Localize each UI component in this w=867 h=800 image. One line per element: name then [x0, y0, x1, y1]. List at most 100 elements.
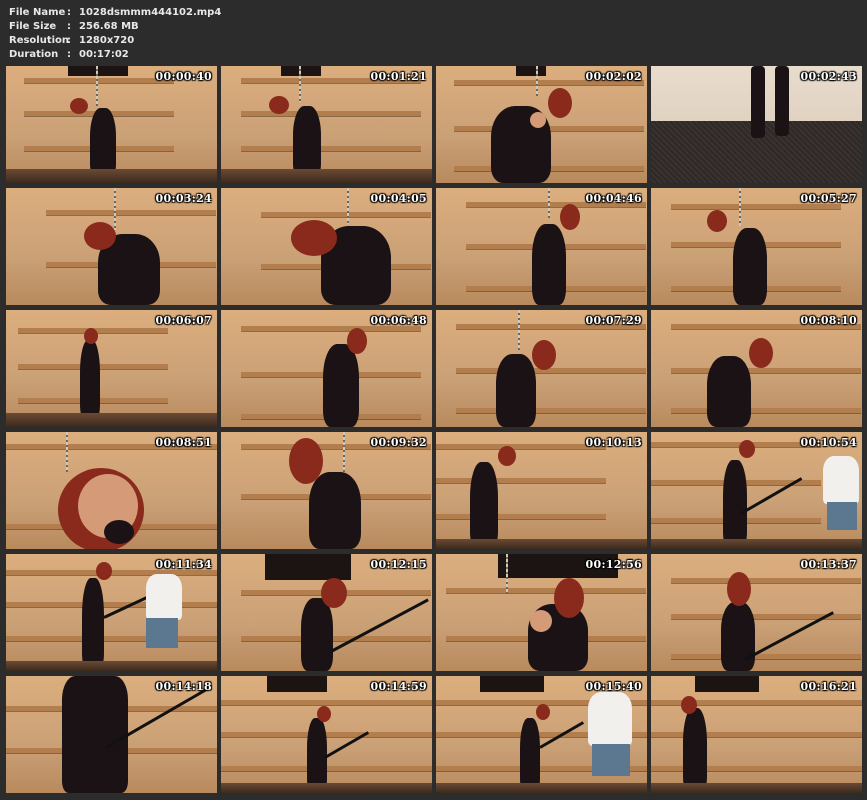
- thumbnail-timestamp: 00:12:56: [585, 558, 642, 571]
- file-name-row: File Name : 1028dsmmm444102.mp4: [9, 6, 409, 20]
- figure: [707, 356, 751, 427]
- thumbnail-05[interactable]: 00:03:24: [6, 188, 217, 305]
- wall-board: [436, 478, 606, 483]
- chain: [96, 66, 98, 106]
- thumbnail-20[interactable]: 00:13:37: [651, 554, 862, 671]
- thumbnail-11[interactable]: 00:07:29: [436, 310, 647, 427]
- file-name-separator: :: [67, 7, 71, 18]
- figure-hair: [291, 220, 337, 256]
- thumbnail-21[interactable]: 00:14:18: [6, 676, 217, 793]
- thumbnail-13[interactable]: 00:08:51: [6, 432, 217, 549]
- ceiling-bar: [695, 676, 759, 692]
- chain: [506, 554, 508, 594]
- thumbnail-14[interactable]: 00:09:32: [221, 432, 432, 549]
- figure-hair: [560, 204, 580, 230]
- thumbnail-06[interactable]: 00:04:05: [221, 188, 432, 305]
- file-size-value: 256.68 MB: [79, 21, 139, 32]
- figure-hair: [289, 438, 323, 484]
- floor: [6, 169, 217, 183]
- man-shirt: [146, 574, 182, 620]
- figure: [309, 472, 361, 549]
- thumbnail-timestamp: 00:13:37: [800, 558, 857, 571]
- thumbnail-timestamp: 00:12:15: [370, 558, 427, 571]
- wall-board: [46, 210, 216, 215]
- chain: [343, 432, 345, 472]
- wall-board: [446, 588, 646, 593]
- thumbnail-18[interactable]: 00:12:15: [221, 554, 432, 671]
- floor: [436, 783, 647, 793]
- thumbnail-12[interactable]: 00:08:10: [651, 310, 862, 427]
- wall-board: [241, 111, 421, 116]
- man-shorts: [146, 618, 178, 648]
- thumbnail-timestamp: 00:02:43: [800, 70, 857, 83]
- figure-hair: [707, 210, 727, 232]
- floor: [6, 413, 217, 427]
- file-name-value: 1028dsmmm444102.mp4: [79, 7, 222, 18]
- duration-row: Duration : 00:17:02: [9, 48, 409, 62]
- thumbnail-timestamp: 00:10:54: [800, 436, 857, 449]
- resolution-label: Resolution: [9, 35, 70, 46]
- thumbnail-23[interactable]: 00:15:40: [436, 676, 647, 793]
- thumbnail-timestamp: 00:05:27: [800, 192, 857, 205]
- thumbnail-19[interactable]: 00:12:56: [436, 554, 647, 671]
- floor: [651, 539, 862, 549]
- thumbnail-timestamp: 00:04:05: [370, 192, 427, 205]
- thumbnail-16[interactable]: 00:10:54: [651, 432, 862, 549]
- thumbnail-timestamp: 00:16:21: [800, 680, 857, 693]
- wall-board: [671, 578, 861, 583]
- floor: [221, 169, 432, 183]
- figure: [496, 354, 536, 427]
- thumbnail-timestamp: 00:06:07: [155, 314, 212, 327]
- thumbnail-08[interactable]: 00:05:27: [651, 188, 862, 305]
- chain: [536, 66, 538, 96]
- chain: [548, 188, 550, 218]
- ceiling-bar: [68, 66, 128, 76]
- chain: [347, 188, 349, 224]
- thumbnail-09[interactable]: 00:06:07: [6, 310, 217, 427]
- ceiling-bar: [281, 66, 321, 76]
- resolution-value: 1280x720: [79, 35, 135, 46]
- figure: [470, 462, 498, 549]
- ceiling-bar: [267, 676, 327, 692]
- figure: [80, 340, 100, 420]
- thumbnail-02[interactable]: 00:01:21: [221, 66, 432, 183]
- figure-hair: [749, 338, 773, 368]
- thumbnail-timestamp: 00:08:51: [155, 436, 212, 449]
- thumbnail-15[interactable]: 00:10:13: [436, 432, 647, 549]
- wall-board: [436, 514, 606, 519]
- figure-hair: [269, 96, 289, 114]
- figure-hair: [70, 98, 88, 114]
- figure: [90, 108, 116, 178]
- thumbnail-scene: [221, 66, 432, 183]
- man-shirt: [823, 456, 859, 504]
- thumbnail-24[interactable]: 00:16:21: [651, 676, 862, 793]
- thumbnail-timestamp: 00:06:48: [370, 314, 427, 327]
- figure-skin: [530, 112, 546, 128]
- ceiling-bar: [265, 554, 351, 580]
- figure: [723, 460, 747, 549]
- wall-board: [671, 408, 861, 413]
- thumbnail-04[interactable]: 00:02:43: [651, 66, 862, 183]
- thumbnail-10[interactable]: 00:06:48: [221, 310, 432, 427]
- thumbnail-03[interactable]: 00:02:02: [436, 66, 647, 183]
- chain: [739, 188, 741, 226]
- thumbnail-17[interactable]: 00:11:34: [6, 554, 217, 671]
- figure-hair: [321, 578, 347, 608]
- man-shorts: [827, 502, 857, 530]
- thumbnail-scene: [436, 432, 647, 549]
- thumbnail-01[interactable]: 00:00:40: [6, 66, 217, 183]
- wall-board: [456, 408, 646, 413]
- wall-board: [24, 78, 174, 83]
- figure-hair: [317, 706, 331, 722]
- figure: [520, 718, 540, 793]
- thumbnail-timestamp: 00:11:34: [155, 558, 212, 571]
- thumbnail-07[interactable]: 00:04:46: [436, 188, 647, 305]
- thumbnail-timestamp: 00:00:40: [155, 70, 212, 83]
- thumbnail-22[interactable]: 00:14:59: [221, 676, 432, 793]
- figure: [323, 344, 359, 427]
- figure: [683, 708, 707, 793]
- wall-board: [221, 700, 432, 705]
- figure-hair: [727, 572, 751, 606]
- wall-board: [436, 444, 606, 449]
- figure: [733, 228, 767, 305]
